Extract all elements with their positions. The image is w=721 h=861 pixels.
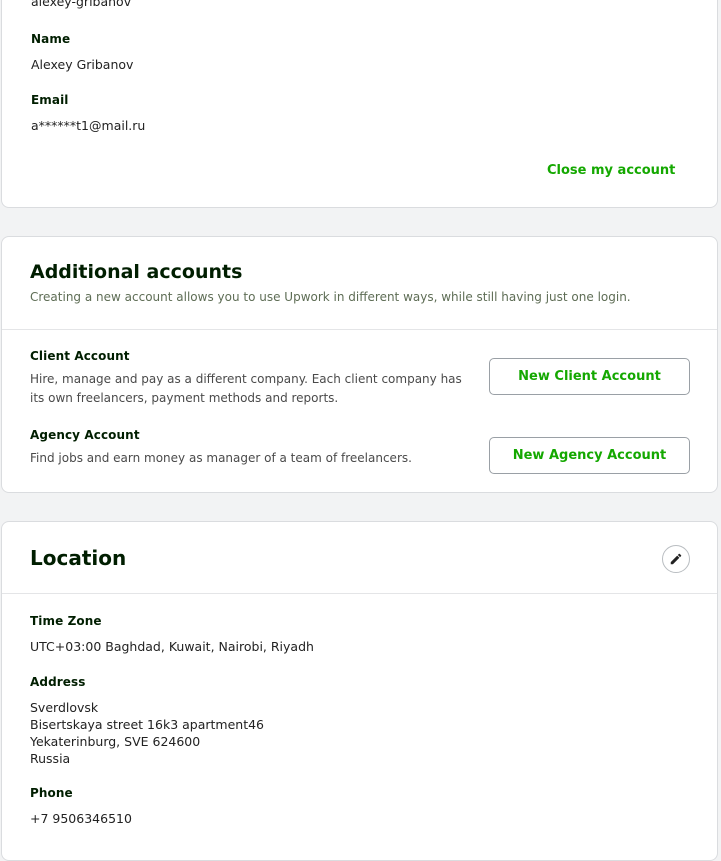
account-info-card: alexey-gribanov Name Alexey Gribanov Ema… [1,0,718,208]
pencil-icon [669,552,683,566]
new-client-account-button[interactable]: New Client Account [489,358,690,395]
location-card: Location Time Zone UTC+03:00 Baghdad, Ku… [1,521,718,861]
additional-accounts-subtitle: Creating a new account allows you to use… [30,290,631,304]
section-divider [2,329,717,330]
address-label: Address [30,675,86,689]
address-line-2: Bisertskaya street 16k3 apartment46 [30,717,265,732]
email-value: a******t1@mail.ru [31,118,146,133]
close-account-link[interactable]: Close my account [547,163,675,178]
email-label: Email [31,93,69,107]
name-value: Alexey Gribanov [31,57,134,72]
edit-location-button[interactable] [662,545,690,573]
client-account-description: Hire, manage and pay as a different comp… [30,372,462,405]
address-line-3: Yekaterinburg, SVE 624600 [30,734,201,749]
address-line-1: Sverdlovsk [30,700,99,715]
timezone-label: Time Zone [30,614,102,628]
username-value: alexey-gribanov [31,0,132,9]
phone-label: Phone [30,786,73,800]
agency-account-label: Agency Account [30,428,140,442]
additional-accounts-card: Additional accounts Creating a new accou… [1,236,718,493]
agency-account-description: Find jobs and earn money as manager of a… [30,451,412,465]
client-account-label: Client Account [30,349,130,363]
phone-value: +7 9506346510 [30,811,132,826]
timezone-value: UTC+03:00 Baghdad, Kuwait, Nairobi, Riya… [30,639,314,654]
location-title: Location [30,546,127,570]
new-agency-account-button[interactable]: New Agency Account [489,437,690,474]
name-label: Name [31,32,71,46]
location-divider [2,593,717,594]
address-block: Sverdlovsk Bisertskaya street 16k3 apart… [30,699,264,767]
address-line-4: Russia [30,751,71,766]
additional-accounts-title: Additional accounts [30,261,243,283]
